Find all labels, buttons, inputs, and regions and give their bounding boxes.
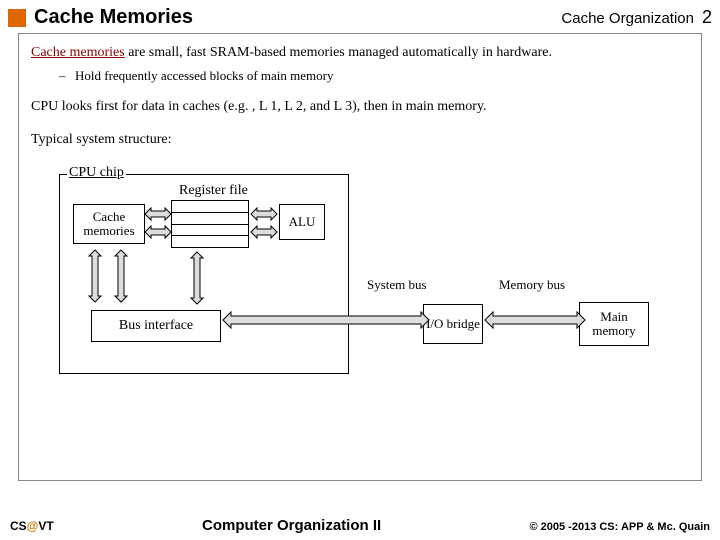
alu-label: ALU xyxy=(289,213,316,231)
footer-vt: VT xyxy=(38,519,53,533)
register-row xyxy=(172,201,248,213)
footer-at: @ xyxy=(27,519,39,533)
footer-right: © 2005 -2013 CS: APP & Mc. Quain xyxy=(529,521,710,533)
alu-box: ALU xyxy=(279,204,325,240)
slide-subtitle: Cache Organization xyxy=(561,10,694,27)
memory-bus-label: Memory bus xyxy=(499,276,565,294)
list-item: – Hold frequently accessed blocks of mai… xyxy=(59,67,689,85)
bullet-dash-icon: – xyxy=(59,67,67,85)
system-bus-label: System bus xyxy=(367,276,427,294)
main-memory-label: Main memory xyxy=(580,310,648,339)
register-file-label: Register file xyxy=(179,182,248,201)
intro-rest: are small, fast SRAM-based memories mana… xyxy=(125,45,552,60)
io-bridge-box: I/O bridge xyxy=(423,304,483,344)
bus-interface-box: Bus interface xyxy=(91,310,221,342)
paragraph-3: Typical system structure: xyxy=(31,131,689,150)
register-row xyxy=(172,236,248,247)
footer-cs: CS xyxy=(10,519,27,533)
intro-underlined: Cache memories xyxy=(31,45,125,60)
footer-left: CS@VT xyxy=(10,519,54,533)
system-diagram: CPU chip Register file Cache memories AL… xyxy=(31,164,671,394)
main-memory-box: Main memory xyxy=(579,302,649,346)
footer-center: Computer Organization II xyxy=(54,517,530,534)
register-row xyxy=(172,225,248,237)
slide-header: Cache Memories Cache Organization 2 xyxy=(0,0,720,31)
cache-memories-box: Cache memories xyxy=(73,204,145,244)
slide-footer: CS@VT Computer Organization II © 2005 -2… xyxy=(0,517,720,534)
bullet-text: Hold frequently accessed blocks of main … xyxy=(75,67,333,85)
io-bridge-label: I/O bridge xyxy=(426,317,480,331)
content-frame: Cache memories are small, fast SRAM-base… xyxy=(18,33,702,481)
accent-box-icon xyxy=(8,9,26,27)
register-row xyxy=(172,213,248,225)
page-number: 2 xyxy=(702,7,712,28)
bullet-list: – Hold frequently accessed blocks of mai… xyxy=(59,67,689,85)
paragraph-2: CPU looks first for data in caches (e.g.… xyxy=(31,98,689,117)
intro-paragraph: Cache memories are small, fast SRAM-base… xyxy=(31,44,689,63)
cache-label: Cache memories xyxy=(74,210,144,239)
register-file-box xyxy=(171,200,249,248)
cpu-chip-label: CPU chip xyxy=(67,164,126,183)
bus-interface-label: Bus interface xyxy=(119,317,193,336)
subtitle-wrap: Cache Organization 2 xyxy=(561,7,712,28)
slide-title: Cache Memories xyxy=(34,6,561,29)
